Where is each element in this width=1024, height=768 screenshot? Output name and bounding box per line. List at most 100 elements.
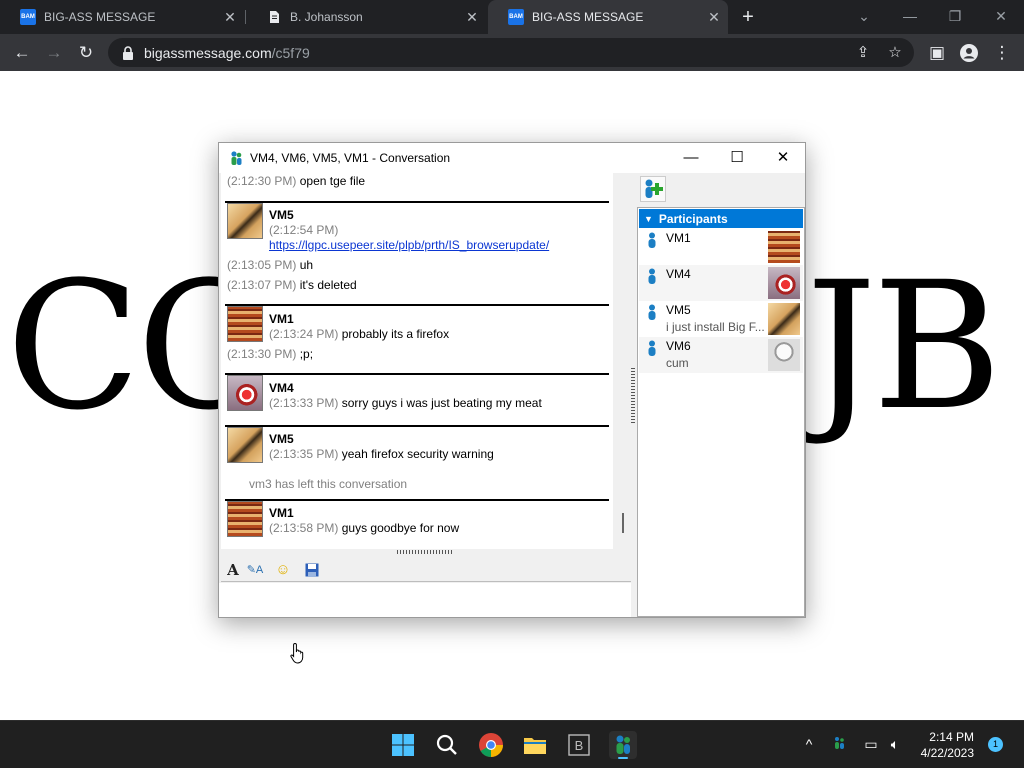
bam-favicon-icon: BAM	[20, 9, 36, 25]
tab-b-johansson[interactable]: B. Johansson ✕	[246, 0, 486, 34]
avatar-vm4	[227, 375, 263, 411]
clock-date: 4/22/2023	[920, 746, 974, 760]
browser-toolbar: ← → ↻ bigassmessage.com/c5f79 ⇪ ☆ ▣ ⋮	[0, 34, 1024, 71]
tab-search-chevron-icon[interactable]: ⌄	[850, 6, 878, 26]
message-link[interactable]: https://lgpc.usepeer.site/plpb/prth/IS_b…	[269, 238, 549, 252]
file-explorer-icon[interactable]	[521, 731, 549, 759]
hand-cursor-icon	[290, 642, 304, 664]
screen: BAM BIG-ASS MESSAGE ✕ B. Johansson ✕ BAM…	[0, 0, 1024, 768]
message-separator	[225, 425, 609, 427]
forward-arrow-icon[interactable]: →	[43, 42, 65, 64]
avatar-vm1	[227, 306, 263, 342]
back-arrow-icon[interactable]: ←	[11, 42, 33, 64]
conversation-title: VM4, VM6, VM5, VM1 - Conversation	[250, 151, 451, 165]
show-hidden-icons-chevron-icon[interactable]: ^	[800, 736, 818, 752]
participants-header[interactable]: ▼ Participants	[639, 209, 803, 228]
chat-scroll-thumb[interactable]	[622, 513, 624, 533]
windows-taskbar: B ^ ▭ 🔈︎ 2:14 PM 4/22/2023 1	[0, 720, 1024, 768]
window-maximize-icon[interactable]: ☐	[725, 148, 749, 168]
message-separator	[225, 201, 609, 203]
reload-icon[interactable]: ↻	[75, 42, 97, 64]
notification-badge[interactable]: 1	[988, 737, 1003, 752]
url-path: /c5f79	[271, 44, 310, 61]
avatar-vm1	[227, 501, 263, 537]
emoticon-icon[interactable]: ☺	[273, 561, 293, 579]
sender-name: VM5	[269, 432, 294, 446]
add-participant-button[interactable]	[640, 176, 666, 202]
participant-avatar-vm5	[768, 303, 800, 335]
message-line: (2:13:05 PM) uh	[227, 258, 314, 272]
message-line: (2:12:30 PM) open tge file	[227, 174, 366, 188]
font-color-icon[interactable]: ✎A	[245, 561, 265, 579]
browser-menu-kebab-icon[interactable]: ⋮	[991, 42, 1013, 64]
system-notice: vm3 has left this conversation	[249, 477, 408, 491]
tab-close-icon[interactable]: ✕	[464, 9, 480, 25]
participant-avatar-vm6	[768, 339, 800, 371]
participant-name: VM1	[666, 231, 691, 245]
user-status-icon	[648, 232, 656, 248]
app-b-icon[interactable]: B	[565, 731, 593, 759]
participant-row[interactable]: VM5 i just install Big F...	[639, 301, 803, 337]
sender-name: VM1	[269, 506, 294, 520]
font-icon[interactable]: A	[223, 561, 243, 579]
messenger-app-icon	[228, 150, 244, 166]
profile-avatar-icon[interactable]	[958, 42, 980, 64]
messenger-taskbar-icon[interactable]	[609, 731, 637, 759]
chat-scrollbar[interactable]	[619, 173, 633, 549]
minimize-icon[interactable]: —	[896, 6, 924, 26]
format-toolbar: A ✎A ☺	[221, 558, 631, 582]
new-tab-plus-icon[interactable]: +	[738, 7, 758, 27]
clock-time: 2:14 PM	[929, 730, 974, 744]
lock-icon	[122, 45, 134, 60]
conversation-title-bar[interactable]: VM4, VM6, VM5, VM1 - Conversation — ☐ ✕	[219, 143, 805, 173]
message-line: (2:13:30 PM) ;p;	[227, 347, 314, 361]
sender-name: VM1	[269, 312, 294, 326]
avatar-vm5	[227, 427, 263, 463]
browser-tab-strip: BAM BIG-ASS MESSAGE ✕ B. Johansson ✕ BAM…	[0, 0, 1024, 34]
avatar-vm5	[227, 203, 263, 239]
participant-name: VM5	[666, 303, 691, 317]
message-separator	[225, 304, 609, 306]
sender-name: VM5	[269, 208, 294, 222]
window-minimize-icon[interactable]: —	[679, 148, 703, 168]
bookmark-star-icon[interactable]: ☆	[884, 42, 906, 64]
tab-title: BIG-ASS MESSAGE	[44, 10, 156, 24]
participant-avatar-vm1	[768, 231, 800, 263]
tab-bigass-message-2[interactable]: BAM BIG-ASS MESSAGE ✕	[488, 0, 728, 34]
collapse-triangle-icon: ▼	[644, 213, 653, 224]
message-line: (2:13:58 PM) guys goodbye for now	[269, 521, 460, 535]
svg-text:B: B	[575, 738, 584, 753]
tab-bigass-message-1[interactable]: BAM BIG-ASS MESSAGE ✕	[0, 0, 244, 34]
share-icon[interactable]: ⇪	[852, 42, 874, 64]
message-line: (2:13:35 PM) yeah firefox security warni…	[269, 447, 494, 461]
tab-title: BIG-ASS MESSAGE	[532, 10, 644, 24]
volume-icon[interactable]: 🔈︎	[886, 736, 904, 753]
restore-icon[interactable]: ❐	[941, 6, 969, 26]
message-line: (2:13:24 PM) probably its a firefox	[269, 327, 450, 341]
messenger-tray-icon[interactable]	[830, 736, 848, 753]
network-icon[interactable]: ▭	[862, 736, 880, 753]
system-clock[interactable]: 2:14 PM 4/22/2023	[912, 729, 974, 761]
tab-close-icon[interactable]: ✕	[706, 9, 722, 25]
tab-title: B. Johansson	[290, 10, 363, 24]
search-icon[interactable]	[433, 731, 461, 759]
url-host: bigassmessage.com	[144, 44, 272, 61]
chat-transcript[interactable]: (2:12:30 PM) open tge file VM5 (2:12:54 …	[221, 173, 613, 549]
big-message-text-right: JB	[806, 244, 1002, 449]
participant-row[interactable]: VM4	[639, 265, 803, 301]
vertical-splitter-grip[interactable]	[631, 368, 635, 424]
close-window-icon[interactable]: ✕	[987, 6, 1015, 26]
window-close-icon[interactable]: ✕	[771, 148, 795, 168]
message-input[interactable]	[219, 583, 631, 617]
side-panel-icon[interactable]: ▣	[926, 42, 948, 64]
participant-avatar-vm4	[768, 267, 800, 299]
tab-close-icon[interactable]: ✕	[222, 9, 238, 25]
participant-row[interactable]: VM1	[639, 229, 803, 265]
participants-panel: ▼ Participants VM1 VM4 VM5 i just instal	[637, 173, 805, 617]
save-icon[interactable]	[302, 561, 322, 579]
participant-row[interactable]: VM6 cum	[639, 337, 803, 373]
chrome-icon[interactable]	[477, 731, 505, 759]
horizontal-splitter-grip[interactable]	[397, 550, 453, 554]
start-windows-icon[interactable]	[389, 731, 417, 759]
address-bar[interactable]: bigassmessage.com/c5f79 ⇪ ☆	[108, 38, 914, 67]
